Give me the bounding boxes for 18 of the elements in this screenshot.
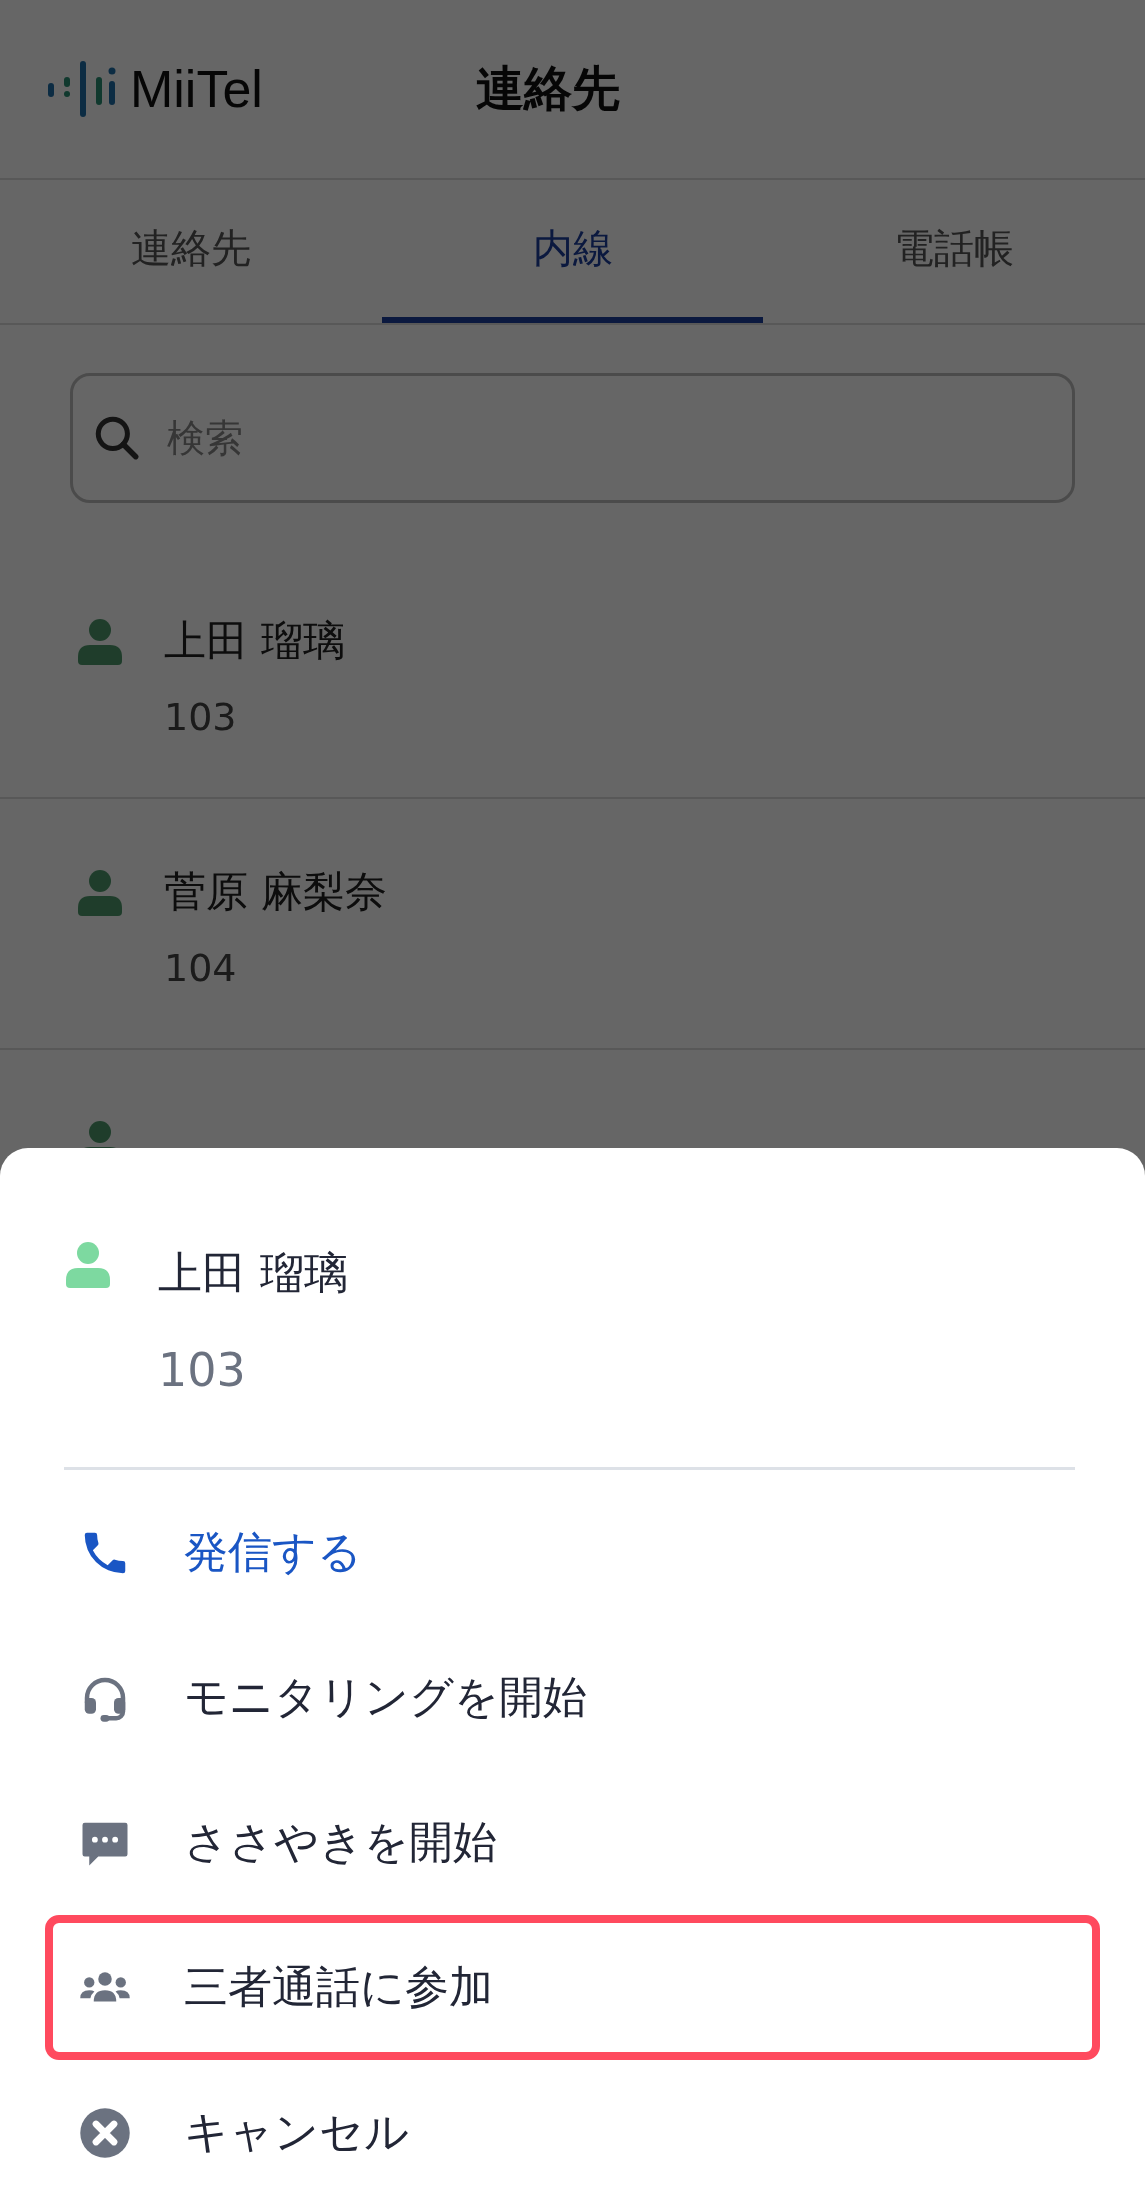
page-title: 連絡先 <box>476 59 620 118</box>
logo-text: MiiTel <box>130 59 263 119</box>
extension-number: 103 <box>164 695 238 739</box>
action-item[interactable]: ささやきを開始 <box>45 1770 1100 1915</box>
contact-name: 菅原 麻梨奈 <box>164 866 389 918</box>
close-icon <box>78 2105 132 2160</box>
person-icon <box>64 1240 112 1288</box>
person-icon <box>76 868 124 916</box>
contact-name: 上田 瑠璃 <box>158 1246 349 1300</box>
sound-bars-icon <box>46 59 116 119</box>
contact-name: 上田 瑠璃 <box>164 615 347 667</box>
extension-number: 103 <box>158 1343 247 1397</box>
extension-number: 104 <box>164 946 238 990</box>
person-icon <box>76 617 124 665</box>
action-item[interactable]: 発信する <box>45 1480 1100 1625</box>
action-item[interactable]: モニタリングを開始 <box>45 1625 1100 1770</box>
action-item[interactable]: 三者通話に参加 <box>45 1915 1100 2060</box>
action-item[interactable]: キャンセル <box>45 2060 1100 2204</box>
